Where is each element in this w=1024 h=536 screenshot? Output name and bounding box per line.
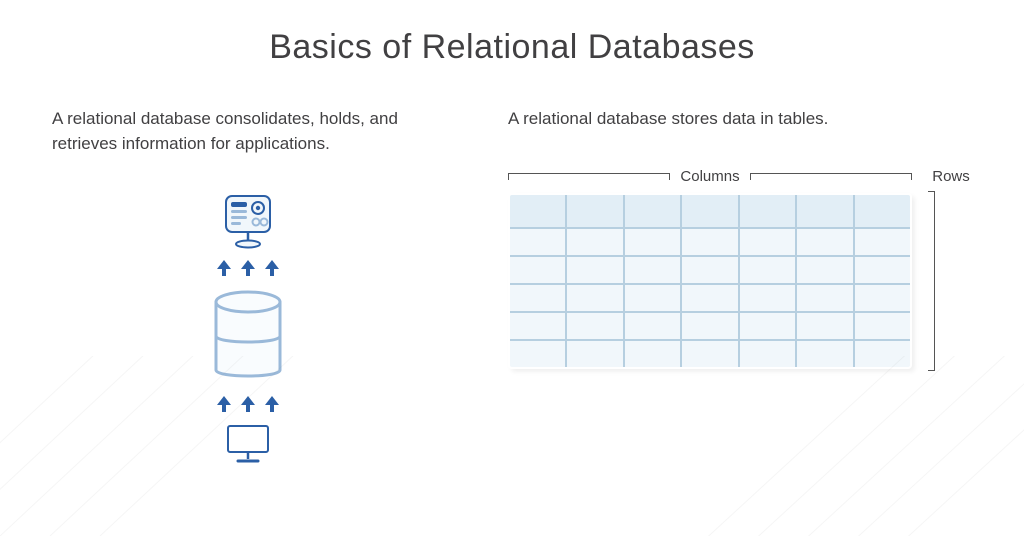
- table-cell: [624, 340, 681, 368]
- arrows-bottom: [217, 396, 279, 412]
- table-cell: [681, 284, 738, 312]
- left-description: A relational database consolidates, hold…: [52, 107, 448, 156]
- table-cell: [854, 194, 911, 228]
- table-cell: [509, 312, 566, 340]
- arrows-top: [217, 260, 279, 276]
- table-cell: [739, 284, 796, 312]
- arrow-up-icon: [217, 396, 231, 412]
- table-row: [509, 256, 911, 284]
- table-row: [509, 340, 911, 368]
- table-cell: [796, 340, 853, 368]
- table-cell: [796, 228, 853, 256]
- table-cell: [854, 256, 911, 284]
- table-cell: [796, 284, 853, 312]
- table-cell: [854, 340, 911, 368]
- table-cell: [624, 284, 681, 312]
- table-cell: [739, 228, 796, 256]
- table-row: [509, 284, 911, 312]
- table-cell: [624, 194, 681, 228]
- table-cell: [739, 194, 796, 228]
- rows-bracket: Rows: [926, 168, 976, 371]
- table-cell: [739, 312, 796, 340]
- page-title: Basics of Relational Databases: [0, 0, 1024, 67]
- right-column: A relational database stores data in tab…: [508, 107, 976, 466]
- table-row: [509, 312, 911, 340]
- table-cell: [624, 312, 681, 340]
- arrow-up-icon: [241, 396, 255, 412]
- columns-label: Columns: [680, 168, 739, 185]
- left-column: A relational database consolidates, hold…: [48, 107, 448, 466]
- arrow-up-icon: [265, 260, 279, 276]
- table-cell: [566, 194, 623, 228]
- table-cell: [566, 228, 623, 256]
- arrow-up-icon: [265, 396, 279, 412]
- rows-label: Rows: [932, 168, 970, 185]
- table-cell: [509, 284, 566, 312]
- table-cell: [509, 256, 566, 284]
- table-cell: [796, 256, 853, 284]
- table-cell: [681, 340, 738, 368]
- columns-bracket: Columns: [508, 168, 912, 185]
- table-cell: [509, 194, 566, 228]
- table-row: [509, 194, 911, 228]
- table-cell: [681, 312, 738, 340]
- table-cell: [566, 284, 623, 312]
- table-cell: [854, 284, 911, 312]
- table-cell: [854, 312, 911, 340]
- table-cell: [509, 340, 566, 368]
- database-cylinder-icon: [208, 286, 288, 386]
- arrow-up-icon: [217, 260, 231, 276]
- table-row: [509, 228, 911, 256]
- database-flow-diagram: [208, 192, 288, 466]
- table-cell: [681, 228, 738, 256]
- right-description: A relational database stores data in tab…: [508, 107, 976, 132]
- table-cell: [681, 194, 738, 228]
- table-cell: [509, 228, 566, 256]
- table-cell: [624, 256, 681, 284]
- table-cell: [566, 340, 623, 368]
- arrow-up-icon: [241, 260, 255, 276]
- table-cell: [681, 256, 738, 284]
- table-cell: [566, 312, 623, 340]
- table-cell: [624, 228, 681, 256]
- table-cell: [739, 340, 796, 368]
- data-table: [508, 193, 912, 369]
- dashboard-icon: [220, 192, 276, 250]
- table-cell: [566, 256, 623, 284]
- table-cell: [739, 256, 796, 284]
- monitor-icon: [224, 422, 272, 466]
- table-cell: [796, 194, 853, 228]
- table-cell: [796, 312, 853, 340]
- table-cell: [854, 228, 911, 256]
